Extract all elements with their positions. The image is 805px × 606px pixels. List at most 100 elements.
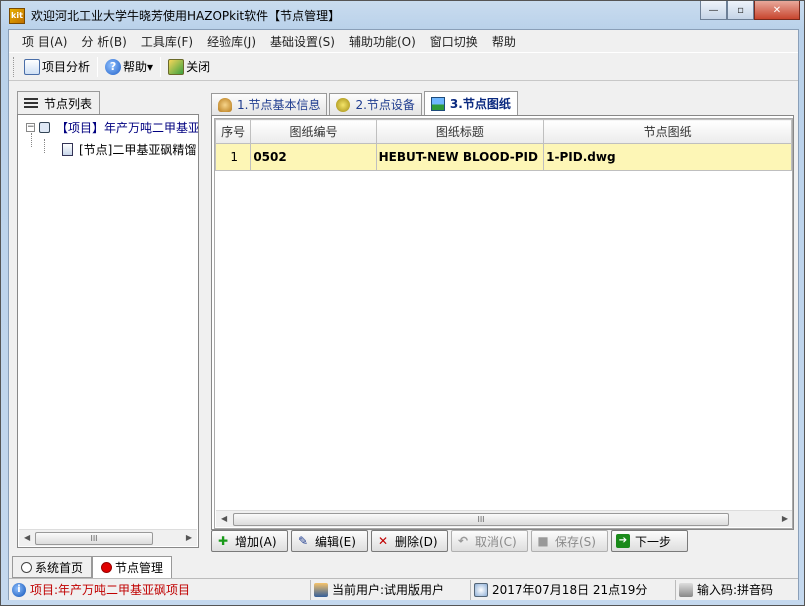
menu-help[interactable]: 帮助	[485, 33, 523, 50]
delete-label: 删除(D)	[395, 534, 438, 549]
status-user: 当前用户:试用版用户	[311, 579, 471, 600]
scroll-left-icon[interactable]: ◀	[24, 533, 30, 542]
table-header-row: 序号 图纸编号 图纸标题 节点图纸	[215, 119, 792, 144]
col-file-header[interactable]: 节点图纸	[543, 119, 792, 144]
tree-child-item[interactable]: [节点]二甲基亚砜精馏	[62, 141, 196, 158]
scroll-thumb[interactable]: III	[233, 513, 729, 526]
toolbar-separator	[97, 56, 99, 77]
window-controls: — ▫ ✕	[700, 1, 800, 20]
menu-analysis[interactable]: 分 析(B)	[74, 33, 133, 50]
tab-drawings[interactable]: 3.节点图纸	[423, 91, 518, 115]
drawings-table: 序号 图纸编号 图纸标题 节点图纸 1 0502 HEBUT-NEW BLOOD…	[215, 119, 792, 171]
add-button[interactable]: ✚ 增加(A)	[211, 530, 288, 552]
window-title: 欢迎河北工业大学牛晓芳使用HAZOPkit软件【节点管理】	[31, 9, 341, 23]
title-bar[interactable]: kit 欢迎河北工业大学牛晓芳使用HAZOPkit软件【节点管理】 — ▫ ✕	[1, 1, 805, 29]
list-icon	[24, 98, 38, 108]
user-icon	[314, 582, 328, 597]
cell-title[interactable]: HEBUT-NEW BLOOD-PID	[375, 143, 545, 171]
col-title-header[interactable]: 图纸标题	[375, 119, 545, 144]
status-project: i 项目:年产万吨二甲基亚砜项目	[9, 579, 311, 600]
menu-experience[interactable]: 经验库(J)	[200, 33, 263, 50]
toolbar-grip[interactable]	[13, 56, 16, 77]
keyboard-icon	[679, 582, 693, 597]
grid-horizontal-scrollbar[interactable]: ◀ III ▶	[216, 510, 792, 527]
project-analysis-label: 项目分析	[42, 60, 91, 74]
save-button[interactable]: ■ 保存(S)	[531, 530, 608, 552]
help-label: 帮助	[123, 60, 148, 74]
collapse-icon[interactable]: −	[26, 123, 35, 132]
scroll-right-icon[interactable]: ▶	[782, 514, 788, 523]
save-label: 保存(S)	[555, 534, 596, 549]
undo-icon: ↶	[457, 534, 469, 548]
status-input-text: 输入码:拼音码	[697, 583, 774, 597]
add-label: 增加(A)	[235, 534, 277, 549]
cancel-button[interactable]: ↶ 取消(C)	[451, 530, 528, 552]
col-number-header[interactable]: 图纸编号	[250, 119, 377, 144]
scroll-right-icon[interactable]: ▶	[186, 533, 192, 542]
action-bar: ✚ 增加(A) ✎ 编辑(E) ✕ 删除(D) ↶ 取消(C) ■ 保存(S) …	[211, 530, 794, 552]
tree-connector	[44, 139, 45, 153]
scroll-left-icon[interactable]: ◀	[221, 514, 227, 523]
help-button[interactable]: ? 帮助 ▾	[101, 55, 157, 79]
save-icon: ■	[537, 534, 549, 548]
close-tool-label: 关闭	[186, 60, 211, 74]
equipment-icon	[336, 97, 351, 112]
menu-window[interactable]: 窗口切换	[423, 33, 485, 50]
status-bar: i 项目:年产万吨二甲基亚砜项目 当前用户:试用版用户 2017年07月18日 …	[9, 578, 798, 600]
tab-node-list[interactable]: 节点列表	[17, 91, 100, 114]
window-tabs: 系统首页 节点管理	[12, 556, 173, 579]
tab-equipment[interactable]: 2.节点设备	[329, 93, 422, 115]
detail-tabs: 1.节点基本信息 2.节点设备 3.节点图纸	[211, 91, 520, 115]
menu-bar: 项 目(A) 分 析(B) 工具库(F) 经验库(J) 基础设置(S) 辅助功能…	[9, 30, 798, 52]
node-detail-panel: 1.节点基本信息 2.节点设备 3.节点图纸 序号 图纸编号 图纸标题 节点图纸…	[211, 91, 794, 552]
edit-label: 编辑(E)	[315, 534, 356, 549]
status-project-text: 项目:年产万吨二甲基亚砜项目	[30, 583, 191, 597]
status-datetime-text: 2017年07月18日 21点19分	[492, 583, 648, 597]
delete-icon: ✕	[377, 534, 389, 548]
cell-file[interactable]: 1-PID.dwg	[543, 143, 792, 171]
tab-system-home-label: 系统首页	[35, 560, 84, 575]
delete-button[interactable]: ✕ 删除(D)	[371, 530, 448, 552]
tab-node-management[interactable]: 节点管理	[92, 556, 173, 578]
tab-equipment-label: 2.节点设备	[355, 98, 415, 112]
status-input-method: 输入码:拼音码	[676, 580, 796, 600]
minimize-button[interactable]: —	[700, 1, 727, 20]
tab-node-management-label: 节点管理	[115, 561, 164, 575]
maximize-button[interactable]: ▫	[727, 1, 754, 20]
close-tool-button[interactable]: 关闭	[164, 55, 214, 79]
status-user-text: 当前用户:试用版用户	[332, 583, 445, 597]
project-node-icon	[39, 122, 50, 133]
edit-button[interactable]: ✎ 编辑(E)	[291, 530, 368, 552]
cell-index[interactable]: 1	[215, 143, 252, 171]
table-row[interactable]: 1 0502 HEBUT-NEW BLOOD-PID 1-PID.dwg	[215, 143, 792, 171]
drawings-grid-frame: 序号 图纸编号 图纸标题 节点图纸 1 0502 HEBUT-NEW BLOOD…	[211, 115, 794, 530]
menu-project[interactable]: 项 目(A)	[15, 33, 74, 50]
cell-number[interactable]: 0502	[250, 143, 377, 171]
edit-icon: ✎	[297, 534, 309, 548]
tab-system-home[interactable]: 系统首页	[12, 556, 93, 578]
project-analysis-button[interactable]: 项目分析	[20, 55, 94, 79]
node-tree[interactable]: − 【项目】年产万吨二甲基亚砜精馏项目 [节点]二甲基亚砜精馏 ◀ III ▶	[17, 114, 199, 548]
tree-child-label: [节点]二甲基亚砜精馏	[79, 143, 197, 157]
scroll-thumb[interactable]: III	[35, 532, 153, 545]
node-document-icon	[62, 143, 73, 156]
document-icon	[24, 58, 40, 75]
tree-root-item[interactable]: − 【项目】年产万吨二甲基亚砜精馏项目	[26, 119, 198, 136]
arrow-right-icon: ➔	[616, 534, 630, 548]
image-icon	[430, 96, 445, 111]
tab-basic-info[interactable]: 1.节点基本信息	[211, 93, 328, 115]
col-index-header[interactable]: 序号	[215, 119, 252, 144]
menu-settings[interactable]: 基础设置(S)	[263, 33, 342, 50]
hand-icon	[218, 97, 232, 112]
next-step-label: 下一步	[635, 534, 672, 549]
cancel-label: 取消(C)	[475, 534, 517, 549]
toolbar-separator	[160, 56, 162, 77]
menu-aux[interactable]: 辅助功能(O)	[342, 33, 423, 50]
app-icon: kit	[9, 8, 25, 24]
close-button[interactable]: ✕	[754, 1, 800, 20]
menu-tools[interactable]: 工具库(F)	[134, 33, 200, 50]
tree-horizontal-scrollbar[interactable]: ◀ III ▶	[19, 529, 197, 546]
drawings-grid[interactable]: 序号 图纸编号 图纸标题 节点图纸 1 0502 HEBUT-NEW BLOOD…	[214, 118, 793, 529]
next-step-button[interactable]: ➔ 下一步	[611, 530, 688, 552]
node-list-label: 节点列表	[44, 96, 93, 111]
